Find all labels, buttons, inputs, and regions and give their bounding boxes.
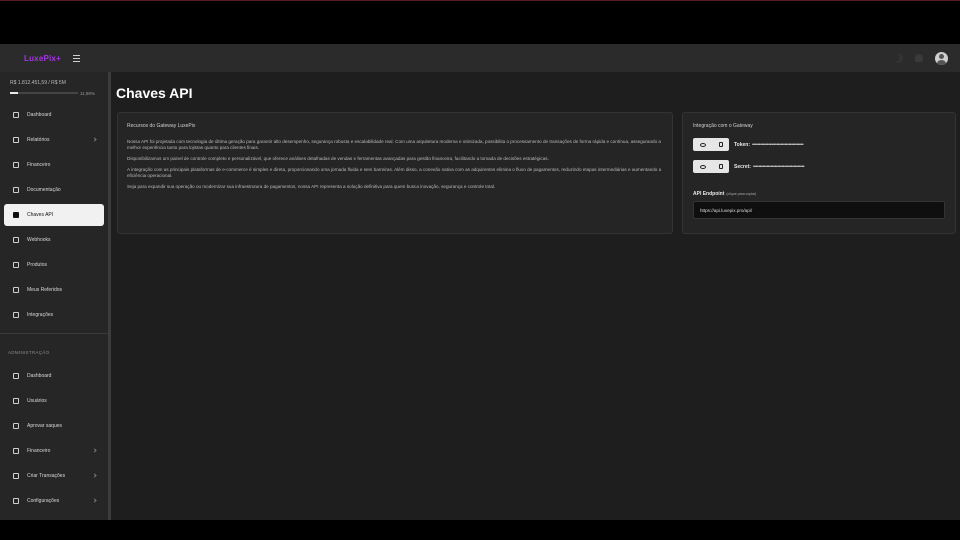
moon-icon[interactable] bbox=[893, 53, 903, 63]
transaction-icon bbox=[13, 473, 19, 479]
sidebar-item-label: Meus Referidos bbox=[27, 287, 63, 293]
box-icon bbox=[13, 262, 19, 268]
token-label: Token: bbox=[734, 141, 751, 148]
document-icon bbox=[13, 187, 19, 193]
token-eye-icon[interactable] bbox=[699, 142, 706, 147]
secret-value: •••••••••••••••••••••••••••••••••••••• bbox=[752, 163, 805, 170]
endpoint-label-text: API Endpoint bbox=[693, 191, 725, 197]
page-title: Chaves API bbox=[116, 85, 193, 101]
app-logo[interactable]: LuxePix+ bbox=[24, 54, 61, 63]
browser-top-area bbox=[0, 0, 960, 44]
sidebar-item-label: Integrações bbox=[27, 312, 54, 318]
sidebar-item-relatorios[interactable]: Relatórios bbox=[4, 129, 104, 151]
monitor-icon bbox=[13, 112, 19, 118]
integration-title: Integração com o Gateway bbox=[693, 123, 753, 129]
grid-icon bbox=[13, 373, 19, 379]
sidebar-item-integracoes[interactable]: Integrações bbox=[4, 304, 104, 326]
sidebar-divider bbox=[0, 333, 108, 334]
users-icon bbox=[13, 398, 19, 404]
sidebar-item-chaves-api[interactable]: Chaves API bbox=[4, 204, 104, 226]
admin-item-configuracoes[interactable]: Configurações bbox=[4, 490, 104, 512]
app-header: LuxePix+ bbox=[0, 44, 960, 72]
token-value: •••••••••••••••••••••••••••••••••••••• bbox=[752, 141, 804, 148]
secret-row: Secret: ••••••••••••••••••••••••••••••••… bbox=[693, 160, 945, 173]
secret-copy-icon[interactable] bbox=[718, 164, 723, 169]
sidebar-item-meus-referidos[interactable]: Meus Referidos bbox=[4, 279, 104, 301]
balance-progress-percent: 11,98% bbox=[80, 91, 95, 96]
resources-paragraph-1: Nossa API foi projetada com tecnologia d… bbox=[127, 139, 661, 150]
endpoint-field[interactable]: https://api.luxepix.pro/api/ bbox=[693, 201, 945, 219]
sidebar: R$ 1.812.451,59 / R$ 5M 11,98% Dashboard… bbox=[0, 72, 108, 520]
user-avatar-icon[interactable] bbox=[935, 51, 948, 65]
bell-icon[interactable] bbox=[915, 54, 923, 62]
admin-item-aprovar-saques[interactable]: Aprovar saques bbox=[4, 415, 104, 437]
admin-item-financeiro[interactable]: Financeiro bbox=[4, 440, 104, 462]
token-row: Token: •••••••••••••••••••••••••••••••••… bbox=[693, 138, 945, 151]
chevron-down-icon bbox=[92, 498, 97, 503]
sidebar-item-financeiro[interactable]: Financeiro bbox=[4, 154, 104, 176]
sidebar-item-label: Dashboard bbox=[27, 373, 52, 379]
sidebar-item-label: Produtos bbox=[27, 262, 48, 268]
endpoint-hint: (clique para copiar) bbox=[726, 192, 757, 196]
chevron-down-icon bbox=[92, 473, 97, 478]
sidebar-item-label: Documentação bbox=[27, 187, 61, 193]
resources-title: Recursos do Gateway LuxePix bbox=[127, 123, 196, 129]
sidebar-item-label: Configurações bbox=[27, 498, 60, 504]
wallet-icon bbox=[13, 448, 19, 454]
main-content: Chaves API Recursos do Gateway LuxePix N… bbox=[111, 72, 960, 520]
endpoint-label: API Endpoint (clique para copiar) bbox=[693, 191, 945, 197]
code-icon bbox=[13, 212, 19, 218]
admin-item-dashboard[interactable]: Dashboard bbox=[4, 365, 104, 387]
balance-text: R$ 1.812.451,59 / R$ 5M bbox=[10, 80, 66, 86]
admin-item-usuarios[interactable]: Usuários bbox=[4, 390, 104, 412]
sidebar-item-label: Webhooks bbox=[27, 237, 51, 243]
sidebar-item-produtos[interactable]: Produtos bbox=[4, 254, 104, 276]
integration-card: Integração com o Gateway Token: ••••••••… bbox=[682, 112, 956, 234]
resources-paragraph-4: Seja para expandir sua operação ou moder… bbox=[127, 184, 496, 189]
sidebar-item-label: Aprovar saques bbox=[27, 423, 63, 429]
token-copy-icon[interactable] bbox=[718, 142, 723, 147]
sidebar-item-label: Chaves API bbox=[27, 212, 54, 218]
link-icon bbox=[13, 312, 19, 318]
sidebar-item-documentacao[interactable]: Documentação bbox=[4, 179, 104, 201]
secret-label: Secret: bbox=[734, 163, 751, 170]
secret-actions bbox=[693, 160, 729, 173]
gear-icon bbox=[13, 498, 19, 504]
sidebar-item-label: Criar Transações bbox=[27, 473, 66, 479]
wallet-icon bbox=[13, 162, 19, 168]
balance-progress-bar bbox=[10, 92, 78, 94]
chart-icon bbox=[13, 137, 19, 143]
sidebar-item-label: Financeiro bbox=[27, 448, 51, 454]
bottom-bar bbox=[0, 520, 960, 540]
token-actions bbox=[693, 138, 729, 151]
sidebar-item-label: Usuários bbox=[27, 398, 47, 404]
chevron-down-icon bbox=[92, 448, 97, 453]
chevron-down-icon bbox=[92, 137, 97, 142]
sidebar-item-label: Relatórios bbox=[27, 137, 50, 143]
admin-section-label: ADMINISTRAÇÃO bbox=[8, 350, 50, 355]
webhook-icon bbox=[13, 237, 19, 243]
sidebar-item-label: Dashboard bbox=[27, 112, 52, 118]
menu-icon[interactable] bbox=[72, 53, 83, 63]
screen: LuxePix+ R$ 1.812.451,59 / R$ 5M 11,98% … bbox=[0, 0, 960, 540]
resources-card: Recursos do Gateway LuxePix Nossa API fo… bbox=[117, 112, 673, 234]
resources-paragraph-2: Disponibilizamos um painel de controle c… bbox=[127, 156, 549, 161]
balance-progress-fill bbox=[10, 92, 19, 94]
check-icon bbox=[13, 423, 19, 429]
sidebar-item-label: Financeiro bbox=[27, 162, 51, 168]
admin-item-criar-transacoes[interactable]: Criar Transações bbox=[4, 465, 104, 487]
sidebar-item-webhooks[interactable]: Webhooks bbox=[4, 229, 104, 251]
resources-paragraph-3: A integração com as principais plataform… bbox=[127, 167, 662, 178]
secret-eye-icon[interactable] bbox=[699, 164, 706, 169]
users-icon bbox=[13, 287, 19, 293]
sidebar-item-dashboard[interactable]: Dashboard bbox=[4, 104, 104, 126]
